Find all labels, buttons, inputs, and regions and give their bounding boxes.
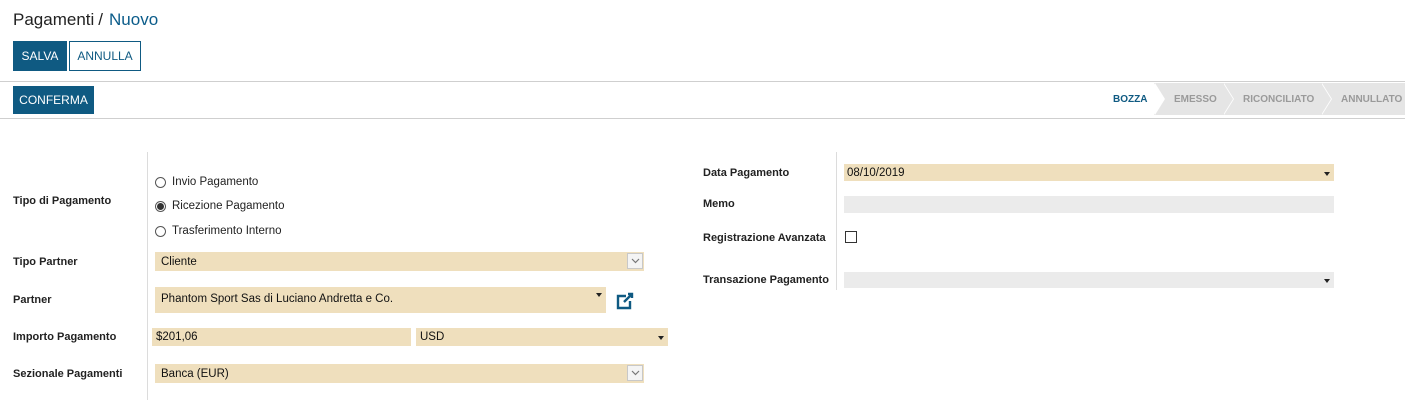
caret-down-icon[interactable] bbox=[596, 293, 602, 297]
caret-down-icon[interactable] bbox=[658, 336, 664, 340]
advanced-registration-label: Registrazione Avanzata bbox=[703, 232, 826, 244]
payment-type-label: Tipo di Pagamento bbox=[13, 195, 112, 207]
advanced-registration-checkbox[interactable] bbox=[845, 231, 857, 243]
status-step-draft: BOZZA bbox=[1099, 83, 1165, 115]
breadcrumb-parent[interactable]: Pagamenti bbox=[13, 10, 94, 29]
radio-inbound-label: Ricezione Pagamento bbox=[172, 200, 285, 212]
payment-date-value: 08/10/2019 bbox=[847, 166, 905, 179]
partner-type-select[interactable]: Cliente bbox=[155, 252, 644, 271]
journal-value: Banca (EUR) bbox=[161, 367, 229, 380]
amount-label: Importo Pagamento bbox=[13, 331, 117, 343]
radio-inbound[interactable]: Ricezione Pagamento bbox=[155, 200, 285, 212]
status-step-reconciled[interactable]: RICONCILIATO bbox=[1223, 83, 1332, 115]
currency-value: USD bbox=[420, 331, 445, 343]
memo-input[interactable] bbox=[844, 196, 1334, 213]
payment-date-input[interactable]: 08/10/2019 bbox=[844, 164, 1334, 181]
caret-down-icon[interactable] bbox=[1324, 279, 1330, 283]
memo-label: Memo bbox=[703, 198, 735, 210]
radio-selected-icon[interactable] bbox=[155, 200, 166, 212]
chevron-down-icon[interactable] bbox=[627, 365, 643, 381]
caret-down-icon[interactable] bbox=[1324, 172, 1330, 176]
journal-select[interactable]: Banca (EUR) bbox=[155, 364, 644, 383]
status-bar: BOZZA EMESSO RICONCILIATO ANNULLATO bbox=[1099, 83, 1405, 115]
partner-type-label: Tipo Partner bbox=[13, 256, 78, 268]
save-button[interactable]: SALVA bbox=[13, 41, 67, 71]
radio-circle-icon[interactable] bbox=[155, 176, 166, 188]
breadcrumb: Pagamenti / Nuovo bbox=[13, 10, 158, 30]
currency-select[interactable]: USD bbox=[416, 328, 668, 346]
breadcrumb-current: Nuovo bbox=[109, 10, 159, 29]
confirm-button[interactable]: CONFERMA bbox=[13, 86, 94, 114]
amount-value: $201,06 bbox=[156, 331, 198, 343]
partner-label: Partner bbox=[13, 294, 52, 306]
radio-transfer[interactable]: Trasferimento Interno bbox=[155, 225, 282, 237]
partner-input[interactable]: Phantom Sport Sas di Luciano Andretta e … bbox=[155, 287, 606, 313]
radio-outbound-label: Invio Pagamento bbox=[172, 176, 259, 188]
column-separator bbox=[147, 152, 148, 400]
radio-circle-icon[interactable] bbox=[155, 225, 166, 237]
amount-input[interactable]: $201,06 bbox=[152, 328, 411, 346]
chevron-down-icon[interactable] bbox=[627, 253, 643, 269]
payment-transaction-select[interactable] bbox=[844, 272, 1334, 288]
journal-label: Sezionale Pagamenti bbox=[13, 368, 123, 380]
payment-date-label: Data Pagamento bbox=[703, 167, 790, 179]
divider bbox=[0, 81, 1405, 82]
radio-transfer-label: Trasferimento Interno bbox=[172, 225, 282, 237]
divider bbox=[0, 118, 1405, 119]
radio-outbound[interactable]: Invio Pagamento bbox=[155, 176, 258, 188]
column-separator bbox=[836, 152, 837, 290]
breadcrumb-separator: / bbox=[98, 10, 104, 29]
discard-button[interactable]: ANNULLA bbox=[69, 41, 141, 71]
payment-transaction-label: Transazione Pagamento bbox=[703, 274, 829, 286]
partner-type-value: Cliente bbox=[161, 255, 197, 268]
status-step-cancelled[interactable]: ANNULLATO bbox=[1321, 83, 1405, 115]
external-link-icon[interactable] bbox=[615, 291, 635, 311]
partner-value: Phantom Sport Sas di Luciano Andretta e … bbox=[161, 293, 394, 305]
